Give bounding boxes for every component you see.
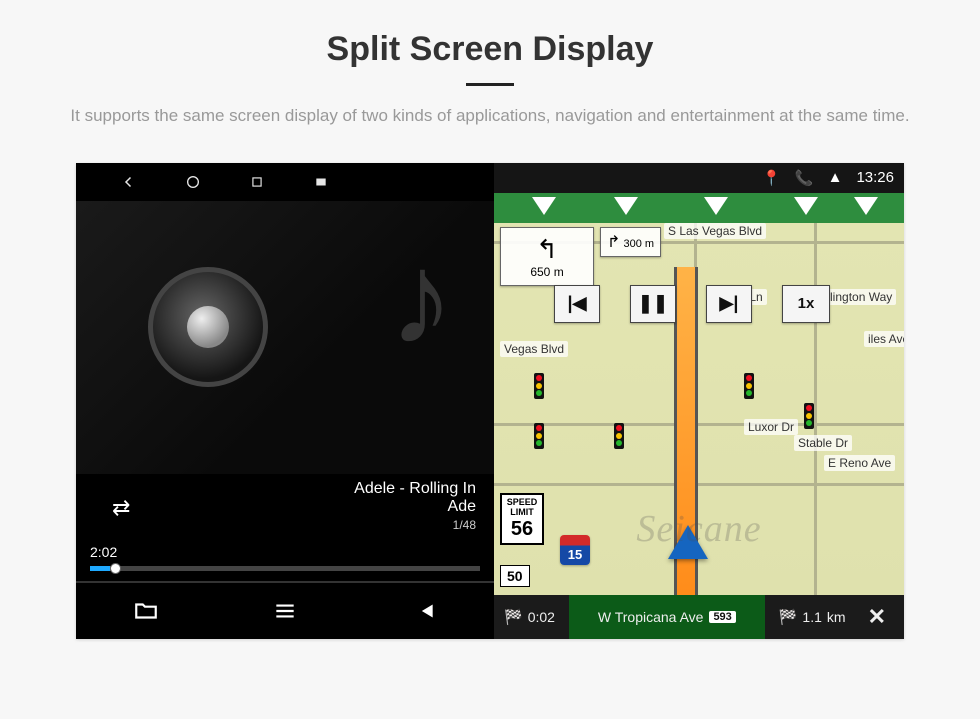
progress-fill bbox=[90, 566, 110, 571]
album-art-area: ♪ bbox=[76, 201, 494, 474]
interstate-shield: 15 bbox=[560, 535, 590, 565]
traffic-light-icon bbox=[534, 373, 544, 399]
next-turn-distance: 300 bbox=[623, 238, 641, 250]
clock: 13:26 bbox=[856, 169, 894, 186]
street-label: Vegas Blvd bbox=[500, 341, 568, 357]
simulation-controls: |◀ ❚❚ ▶| 1x bbox=[554, 285, 830, 323]
music-note-icon: ♪ bbox=[389, 223, 454, 373]
screenshot-icon[interactable] bbox=[312, 173, 330, 191]
previous-track-icon[interactable] bbox=[409, 596, 439, 626]
sim-next-button[interactable]: ▶| bbox=[706, 285, 752, 323]
page-subtitle: It supports the same screen display of t… bbox=[70, 104, 909, 129]
track-title: Adele - Rolling In bbox=[354, 480, 476, 498]
sim-speed-button[interactable]: 1x bbox=[782, 285, 830, 323]
android-nav-bar bbox=[76, 163, 494, 201]
map-area[interactable]: S Las Vegas Blvd Koval Ln Duke Ellington… bbox=[494, 223, 904, 595]
speed-limit-value: 56 bbox=[502, 518, 542, 541]
turn-card[interactable]: ↰ 650 m bbox=[500, 227, 594, 287]
progress-row: 2:02 bbox=[76, 540, 494, 581]
turn-unit: m bbox=[554, 265, 564, 279]
street-label: Luxor Dr bbox=[744, 419, 798, 435]
music-panel: ♪ ⇄ Adele - Rolling In Ade 1/48 2:02 bbox=[76, 163, 494, 639]
navigation-panel: 📍 📞 ▲ 13:26 S Las Vegas Blvd Koval Ln Du bbox=[494, 163, 904, 639]
vehicle-cursor-icon bbox=[668, 525, 708, 559]
traffic-light-icon bbox=[804, 403, 814, 429]
shuffle-row: ⇄ Adele - Rolling In Ade 1/48 bbox=[76, 474, 494, 540]
current-road-name: W Tropicana Ave bbox=[598, 609, 704, 625]
phone-icon: 📞 bbox=[795, 169, 814, 187]
traffic-light-icon bbox=[614, 423, 624, 449]
track-meta: Adele - Rolling In Ade 1/48 bbox=[336, 480, 494, 536]
turn-distance: 650 bbox=[530, 265, 550, 279]
traffic-light-icon bbox=[534, 423, 544, 449]
remaining-unit: km bbox=[827, 609, 846, 625]
turn-right-icon: ↱ bbox=[607, 234, 620, 251]
lane-guidance-strip bbox=[494, 193, 904, 223]
speed-limit-sign: SPEED LIMIT 56 bbox=[500, 493, 544, 545]
back-icon[interactable] bbox=[120, 173, 138, 191]
eta-value: 0:02 bbox=[528, 609, 555, 625]
playlist-icon[interactable] bbox=[270, 596, 300, 626]
next-turn-unit: m bbox=[645, 238, 654, 250]
remaining-distance-block[interactable]: 🏁 1.1 km bbox=[779, 608, 846, 626]
track-artist: Ade bbox=[354, 498, 476, 516]
folder-icon[interactable] bbox=[131, 596, 161, 626]
joystick-graphic bbox=[148, 267, 268, 387]
road-line bbox=[814, 223, 817, 595]
shuffle-icon[interactable]: ⇄ bbox=[112, 495, 130, 521]
road-number-pill: 593 bbox=[709, 611, 735, 623]
lane-arrow-icon bbox=[532, 197, 556, 215]
recent-apps-icon[interactable] bbox=[248, 173, 266, 191]
home-icon[interactable] bbox=[184, 173, 202, 191]
street-label: Stable Dr bbox=[794, 435, 852, 451]
lane-arrow-icon bbox=[794, 197, 818, 215]
street-label: S Las Vegas Blvd bbox=[664, 223, 766, 239]
turn-left-icon: ↰ bbox=[507, 234, 587, 265]
street-label: iles Ave bbox=[864, 331, 904, 347]
progress-bar[interactable] bbox=[90, 566, 480, 571]
current-road-banner: W Tropicana Ave 593 bbox=[569, 595, 765, 639]
flag-icon: 🏁 bbox=[779, 608, 798, 626]
lane-arrow-icon bbox=[614, 197, 638, 215]
wifi-icon: ▲ bbox=[828, 169, 843, 186]
traffic-light-icon bbox=[744, 373, 754, 399]
speed-limit-label: SPEED LIMIT bbox=[502, 497, 542, 518]
sim-prev-button[interactable]: |◀ bbox=[554, 285, 600, 323]
lane-arrow-icon bbox=[704, 197, 728, 215]
road-line bbox=[494, 483, 904, 486]
street-label: E Reno Ave bbox=[824, 455, 895, 471]
title-divider bbox=[466, 83, 514, 86]
page-title: Split Screen Display bbox=[327, 30, 654, 69]
sim-pause-button[interactable]: ❚❚ bbox=[630, 285, 676, 323]
remaining-distance: 1.1 bbox=[802, 609, 821, 625]
music-bottom-bar bbox=[76, 581, 494, 639]
progress-handle[interactable] bbox=[110, 563, 121, 574]
route-shield: 50 bbox=[500, 565, 530, 587]
nav-bottom-bar: 🏁 0:02 W Tropicana Ave 593 🏁 1.1 km ✕ bbox=[494, 595, 904, 639]
flag-icon: 🏁 bbox=[504, 608, 523, 626]
device-screenshot: ♪ ⇄ Adele - Rolling In Ade 1/48 2:02 bbox=[76, 163, 904, 639]
road-line bbox=[494, 423, 904, 426]
lane-arrow-icon bbox=[854, 197, 878, 215]
eta-block[interactable]: 🏁 0:02 bbox=[504, 608, 555, 626]
location-icon: 📍 bbox=[762, 169, 781, 187]
next-turn-card: ↱ 300 m bbox=[600, 227, 661, 257]
track-index: 1/48 bbox=[354, 518, 476, 532]
elapsed-time: 2:02 bbox=[90, 544, 117, 560]
status-bar: 📍 📞 ▲ 13:26 bbox=[494, 163, 904, 193]
close-button[interactable]: ✕ bbox=[860, 604, 894, 630]
